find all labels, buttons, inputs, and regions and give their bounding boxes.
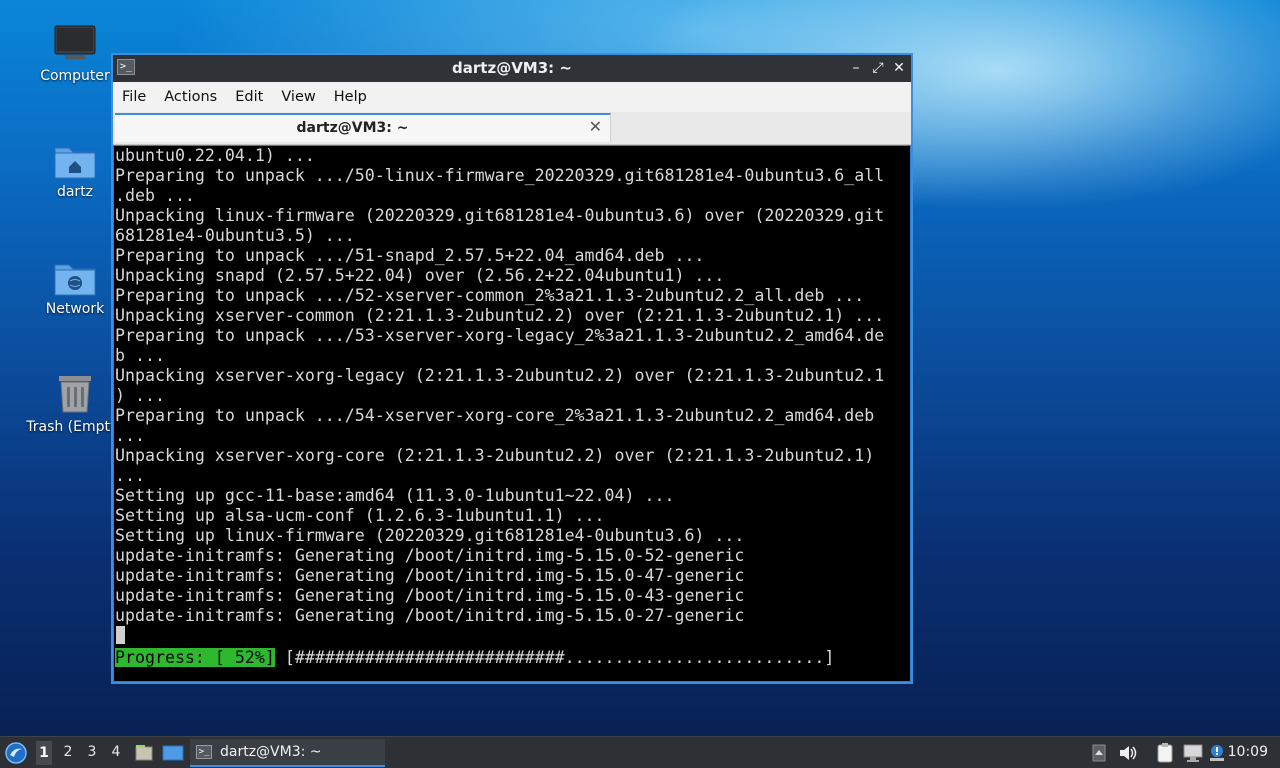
clipboard-button[interactable]	[1154, 737, 1176, 768]
terminal-line: Preparing to unpack .../51-snapd_2.57.5+…	[115, 246, 705, 265]
terminal-line: update-initramfs: Generating /boot/initr…	[115, 606, 745, 625]
update-notifier-icon	[1210, 745, 1224, 761]
terminal-output[interactable]: ubuntu0.22.04.1) ... Preparing to unpack …	[114, 146, 910, 681]
network-icon	[1183, 744, 1203, 762]
terminal-line: Unpacking snapd (2.57.5+22.04) over (2.5…	[115, 266, 725, 285]
terminal-line: Setting up gcc-11-base:amd64 (11.3.0-1ub…	[115, 486, 675, 505]
tab-label: dartz@VM3: ~	[296, 120, 409, 136]
terminal-line: b ...	[115, 346, 165, 365]
terminal-cursor	[116, 626, 125, 644]
tab-terminal[interactable]: dartz@VM3: ~ ✕	[115, 113, 611, 142]
menu-edit[interactable]: Edit	[226, 89, 272, 105]
menu-view[interactable]: View	[272, 89, 324, 105]
workspace-4[interactable]: 4	[108, 744, 124, 760]
network-button[interactable]	[1182, 737, 1204, 768]
computer-icon	[54, 25, 96, 59]
taskbar: 1 2 3 4 >_ dartz@VM3: ~ 10:09	[0, 736, 1280, 768]
taskbar-task-terminal[interactable]: >_ dartz@VM3: ~	[190, 739, 385, 767]
tab-close-icon[interactable]: ✕	[589, 117, 602, 136]
terminal-line: 681281e4-0ubuntu3.5) ...	[115, 226, 355, 245]
desktop-icon-label: dartz	[56, 184, 94, 200]
update-notifier-button[interactable]	[1208, 737, 1226, 768]
terminal-task-icon: >_	[196, 745, 212, 759]
home-folder-icon	[54, 147, 96, 179]
terminal-line: Preparing to unpack .../53-xserver-xorg-…	[115, 326, 885, 345]
clipboard-icon	[1157, 743, 1173, 763]
terminal-line: Setting up alsa-ucm-conf (1.2.6.3-1ubunt…	[115, 506, 605, 525]
terminal-line: Preparing to unpack .../50-linux-firmwar…	[115, 166, 885, 185]
terminal-line: Preparing to unpack .../52-xserver-commo…	[115, 286, 865, 305]
progress-label: Progress: [ 52%]	[115, 648, 275, 667]
terminal-line: .deb ...	[115, 186, 195, 205]
terminal-line: Unpacking linux-firmware (20220329.git68…	[115, 206, 885, 225]
lubuntu-logo-icon	[5, 742, 27, 764]
menu-actions[interactable]: Actions	[155, 89, 226, 105]
progress-bar-text: [###########################............…	[284, 648, 835, 667]
terminal-line: ubuntu0.22.04.1) ...	[115, 146, 315, 165]
maximize-button[interactable]: ⤢	[869, 58, 887, 78]
trash-icon	[59, 376, 91, 413]
terminal-line: ...	[115, 466, 145, 485]
terminal-line: ) ...	[115, 386, 165, 405]
menu-file[interactable]: File	[113, 89, 155, 105]
terminal-line: ...	[115, 426, 145, 445]
desktop-icon-label: Computer	[40, 68, 110, 84]
terminal-line: update-initramfs: Generating /boot/initr…	[115, 566, 745, 585]
tab-bar: dartz@VM3: ~ ✕	[113, 112, 911, 145]
workspace-3[interactable]: 3	[84, 744, 100, 760]
terminal-line: Unpacking xserver-xorg-core (2:21.1.3-2u…	[115, 446, 875, 465]
task-label: dartz@VM3: ~	[220, 744, 322, 760]
arrow-up-icon	[1092, 744, 1106, 762]
terminal-line: update-initramfs: Generating /boot/initr…	[115, 546, 745, 565]
terminal-window: >_ dartz@VM3: ~ – ⤢ ✕ File Actions Edit …	[111, 53, 913, 684]
desktop-icon-label: Trash (Empty)	[26, 419, 124, 435]
show-desktop-button[interactable]	[162, 737, 184, 768]
volume-button[interactable]	[1118, 737, 1138, 768]
start-menu-button[interactable]	[4, 737, 28, 768]
window-titlebar[interactable]: >_ dartz@VM3: ~ – ⤢ ✕	[113, 55, 911, 82]
close-button[interactable]: ✕	[890, 58, 908, 78]
progress-row: Progress: [ 52%] [######################…	[115, 648, 834, 668]
file-manager-launcher[interactable]	[134, 737, 154, 768]
workspace-2[interactable]: 2	[60, 744, 76, 760]
menu-help[interactable]: Help	[325, 89, 376, 105]
clock[interactable]: 10:09	[1228, 744, 1268, 760]
terminal-line: Preparing to unpack .../54-xserver-xorg-…	[115, 406, 875, 425]
file-manager-icon	[135, 745, 153, 761]
terminal-line: Unpacking xserver-common (2:21.1.3-2ubun…	[115, 306, 885, 325]
terminal-line: Unpacking xserver-xorg-legacy (2:21.1.3-…	[115, 366, 885, 385]
window-title: dartz@VM3: ~	[452, 59, 572, 77]
workspace-1[interactable]: 1	[36, 741, 52, 765]
menu-bar: File Actions Edit View Help	[113, 82, 911, 112]
network-folder-icon	[54, 264, 96, 296]
terminal-lines: ubuntu0.22.04.1) ... Preparing to unpack …	[115, 146, 884, 626]
terminal-line: update-initramfs: Generating /boot/initr…	[115, 586, 745, 605]
desktop-icon	[162, 745, 184, 761]
volume-icon	[1120, 746, 1137, 760]
terminal-line: Setting up linux-firmware (20220329.git6…	[115, 526, 745, 545]
minimize-button[interactable]: –	[847, 58, 865, 78]
desktop-icon-label: Network	[45, 301, 105, 317]
tray-arrow-button[interactable]	[1092, 737, 1106, 768]
